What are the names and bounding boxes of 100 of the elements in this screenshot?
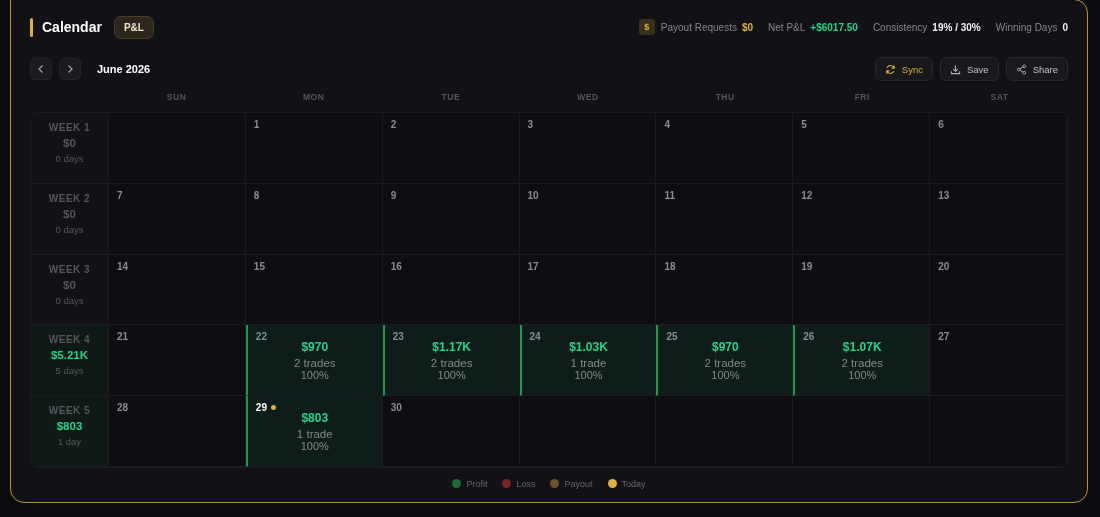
date-number: 25 [666,331,678,343]
date-number: 27 [938,331,950,343]
day-pnl: $1.03K [569,340,608,355]
date-number: 28 [117,402,129,414]
day-cell[interactable]: 27 [930,325,1067,397]
week-label: WEEK 1 [48,122,91,133]
profit-day-cell[interactable]: 26 $1.07K 2 trades 100% [793,325,931,397]
win-rate: 100% [574,369,603,382]
chevron-left-icon [37,64,45,74]
day-cell[interactable]: 12 [793,183,931,255]
date-number: 11 [664,189,675,201]
date-number: 6 [938,119,944,130]
trade-count: 2 trades [294,357,336,370]
trade-count: 2 trades [704,357,747,370]
trade-count: 1 trade [570,357,607,370]
save-button[interactable]: Save [940,57,999,81]
win-rate: 100% [848,369,877,382]
stat-label: Payout Requests [660,21,737,33]
date-number: 30 [390,402,402,414]
date-number: 26 [803,331,815,343]
calendar-title: Calendar [42,19,102,35]
day-cell[interactable]: 28 [109,396,246,467]
date-number: 29 [255,402,267,414]
profit-day-cell[interactable]: 29 $803 1 trade 100% [245,396,383,467]
date-number: 16 [390,260,402,272]
day-cell[interactable]: 3 [519,113,657,184]
date-number: 1 [253,119,260,130]
legend-label: Today [621,479,646,489]
date-number: 7 [117,189,123,201]
week-total: $0 [63,137,76,149]
week-days: 0 days [55,153,84,164]
date-number: 18 [664,260,676,272]
stat-label: Consistency [872,21,928,33]
previous-month-button[interactable] [30,58,52,80]
profit-day-cell[interactable]: 24 $1.03K 1 trade 100% [519,325,657,397]
date-number: 24 [529,331,541,343]
next-month-button[interactable] [59,58,81,80]
weekday-header: MON [302,92,326,102]
trade-count: 2 trades [430,357,473,370]
stat-value: 19% / 30% [932,21,981,33]
win-rate: 100% [300,440,329,453]
day-cell[interactable]: 7 [109,183,246,255]
day-cell[interactable]: 5 [793,113,931,184]
weekday-header: SAT [989,92,1010,102]
day-cell[interactable]: 17 [519,254,657,326]
date-number: 15 [253,260,265,272]
day-pnl: $803 [301,411,329,426]
day-cell[interactable]: 18 [656,254,794,326]
day-cell[interactable]: 15 [245,254,383,326]
day-cell[interactable]: 1 [245,113,383,184]
legend-label: Profit [466,479,488,489]
week-label: WEEK 4 [48,334,91,346]
legend-label: Payout [564,479,593,489]
day-cell[interactable]: 8 [245,183,383,255]
day-cell[interactable]: 19 [793,254,931,326]
week-label: WEEK 3 [48,263,91,275]
month-label: June 2026 [97,63,151,75]
weekday-header: FRI [853,92,871,102]
date-number: 19 [801,260,813,272]
today-dot [270,405,276,411]
day-cell[interactable]: 21 [109,325,246,397]
day-cell[interactable]: 11 [656,183,794,255]
day-pnl: $970 [301,340,329,355]
win-rate: 100% [300,369,329,382]
stat-value: 0 [1062,21,1068,33]
share-button[interactable]: Share [1005,57,1068,81]
date-number: 4 [664,119,670,130]
week-days: 0 days [55,223,84,235]
day-cell[interactable]: 14 [109,254,246,326]
week-total: $0 [63,278,76,291]
dollar-icon: $ [638,19,655,35]
day-cell[interactable]: 10 [519,183,657,255]
stat-label: Winning Days [995,21,1058,33]
win-rate: 100% [711,369,740,382]
date-number: 17 [527,260,539,272]
profit-day-cell[interactable]: 25 $970 2 trades 100% [656,325,794,397]
pnl-toggle[interactable]: P&L [113,15,154,39]
day-cell[interactable]: 20 [930,254,1067,326]
download-icon [950,63,961,75]
share-icon [1015,63,1027,75]
sync-icon [884,63,896,75]
date-number: 3 [527,119,534,130]
date-number: 22 [255,331,267,343]
profit-day-cell[interactable]: 22 $970 2 trades 100% [245,325,383,397]
day-cell[interactable]: 16 [382,254,520,326]
week-label: WEEK 5 [48,405,91,417]
day-cell[interactable]: 9 [382,183,520,255]
date-number: 10 [527,189,539,201]
day-cell[interactable]: 4 [656,113,794,184]
profit-day-cell[interactable]: 23 $1.17K 2 trades 100% [382,325,520,397]
day-cell[interactable]: 2 [382,113,520,184]
chevron-right-icon [66,64,74,74]
day-cell[interactable]: 30 [382,396,520,467]
date-number: 23 [392,331,404,343]
date-number: 21 [117,331,129,343]
day-cell[interactable]: 13 [930,183,1067,255]
sync-button[interactable]: Sync [874,57,933,81]
date-number: 9 [390,189,397,201]
date-number: 14 [117,260,129,272]
weekday-header: SUN [165,92,188,102]
